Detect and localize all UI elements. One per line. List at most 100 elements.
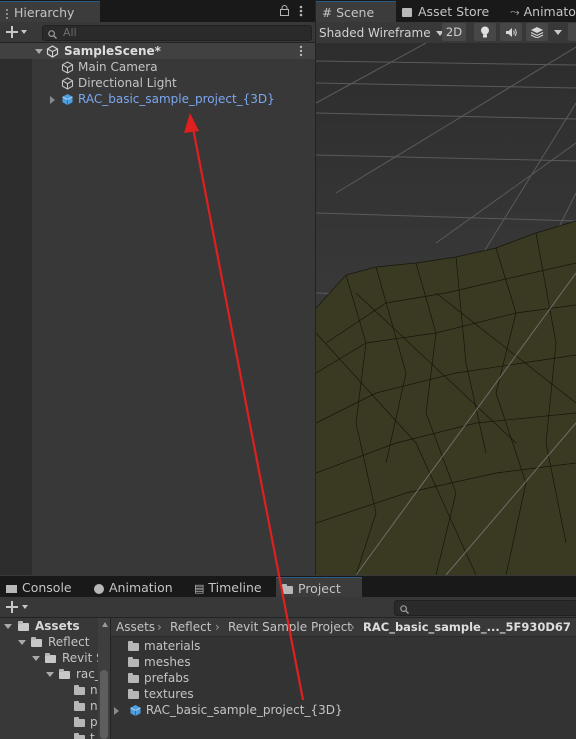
- content-folder-prefabs[interactable]: prefabs: [128, 670, 189, 686]
- project-panel: Console Animation ▤ Timeline Project Asse…: [0, 575, 576, 739]
- tree-item-reflect[interactable]: Reflect: [0, 634, 110, 650]
- content-item-label: meshes: [144, 655, 191, 669]
- hierarchy-item-main-camera[interactable]: Main Camera: [0, 59, 315, 75]
- project-search-input[interactable]: [394, 600, 576, 616]
- tab-asset-store[interactable]: Asset Store: [396, 1, 502, 22]
- tree-item-prefabs[interactable]: p: [0, 714, 110, 730]
- tree-item-label: Reflect: [48, 635, 90, 649]
- chevron-right-icon[interactable]: [50, 91, 55, 107]
- scene-name: SampleScene*: [64, 44, 161, 58]
- scene-tabbar: # Scene Asset Store ⤳ Animator: [316, 0, 576, 23]
- folder-icon: [31, 636, 42, 647]
- folder-icon: [74, 684, 85, 695]
- tree-item-rac[interactable]: rac_: [0, 666, 110, 682]
- tree-item-textures[interactable]: t: [0, 730, 110, 739]
- layers-icon: [530, 27, 544, 39]
- hierarchy-search-input[interactable]: All: [42, 25, 312, 41]
- effects-toggle[interactable]: [526, 23, 548, 41]
- hierarchy-item-directional-light[interactable]: Directional Light: [0, 75, 315, 91]
- asset-store-tab-label: Asset Store: [418, 4, 490, 19]
- scene-row[interactable]: SampleScene*: [0, 43, 315, 59]
- drag-handle-icon: [6, 8, 10, 19]
- chevron-down-icon[interactable]: [4, 618, 12, 634]
- kebab-menu-icon[interactable]: [299, 5, 303, 17]
- chevron-down-icon[interactable]: [35, 43, 43, 59]
- chevron-down-icon[interactable]: [32, 650, 40, 666]
- shading-mode-value: Shaded Wireframe: [319, 26, 431, 40]
- folder-icon: [74, 732, 85, 739]
- folder-tree: Assets Reflect Revit S rac_ n n p t: [0, 618, 110, 739]
- tree-item-revit-sample[interactable]: Revit S: [0, 650, 110, 666]
- folder-icon: [128, 672, 139, 683]
- hierarchy-item-label: RAC_basic_sample_project_{3D}: [78, 92, 275, 106]
- hidden-objects-toggle[interactable]: [568, 23, 576, 41]
- lock-icon[interactable]: [280, 5, 289, 16]
- project-tab-label: Project: [298, 581, 341, 596]
- dropdown-arrow-icon: [554, 30, 562, 35]
- tab-animator[interactable]: ⤳ Animator: [504, 1, 576, 22]
- animator-tab-label: Animator: [523, 4, 576, 19]
- audio-toggle[interactable]: [500, 23, 522, 41]
- breadcrumb-current[interactable]: RAC_basic_sample_..._5F930D67: [363, 619, 571, 635]
- tree-item-meshes[interactable]: n: [0, 698, 110, 714]
- hierarchy-gutter: [0, 43, 32, 575]
- console-tab-label: Console: [22, 580, 72, 595]
- prefab-cube-icon: [130, 705, 141, 716]
- tab-project[interactable]: Project: [276, 577, 362, 599]
- tree-item-label: p: [90, 715, 98, 729]
- content-folder-materials[interactable]: materials: [128, 638, 200, 654]
- mode-2d-label: 2D: [445, 25, 463, 39]
- lighting-toggle[interactable]: [474, 23, 496, 41]
- breadcrumb-separator: ›: [157, 620, 162, 634]
- add-button[interactable]: [6, 25, 28, 42]
- folder-icon: [74, 716, 85, 727]
- folder-icon: [45, 652, 56, 663]
- animator-icon: ⤳: [510, 5, 520, 19]
- content-prefab-rac[interactable]: RAC_basic_sample_project_{3D}: [114, 702, 343, 718]
- breadcrumb-separator: ›: [350, 620, 355, 634]
- tab-animation[interactable]: Animation: [88, 577, 184, 598]
- content-item-label: materials: [144, 639, 201, 653]
- chevron-down-icon[interactable]: [46, 666, 54, 682]
- shading-mode-dropdown[interactable]: Shaded Wireframe: [319, 24, 445, 42]
- tree-item-materials[interactable]: n: [0, 682, 110, 698]
- timeline-tab-label: Timeline: [208, 580, 262, 595]
- folder-icon: [128, 656, 139, 667]
- terrain-mesh: [316, 221, 576, 575]
- speaker-icon: [506, 28, 517, 37]
- search-placeholder: All: [63, 26, 77, 39]
- tree-scrollbar[interactable]: [98, 618, 110, 739]
- tab-scene[interactable]: # Scene: [316, 1, 396, 23]
- clock-icon: [94, 583, 104, 594]
- content-folder-meshes[interactable]: meshes: [128, 654, 191, 670]
- chevron-down-icon[interactable]: [18, 634, 26, 650]
- breadcrumb-reflect[interactable]: Reflect: [170, 619, 211, 635]
- lightbulb-icon: [481, 26, 489, 38]
- scrollbar-thumb[interactable]: [100, 670, 108, 739]
- tree-item-label: n: [90, 683, 98, 697]
- hierarchy-tabbar: Hierarchy: [0, 0, 315, 23]
- tab-hierarchy[interactable]: Hierarchy: [0, 1, 100, 23]
- scene-panel: # Scene Asset Store ⤳ Animator Shaded Wire…: [316, 0, 576, 575]
- mode-2d-toggle[interactable]: 2D: [442, 23, 466, 41]
- folder-icon: [18, 620, 29, 631]
- search-icon: [48, 28, 57, 42]
- animation-tab-label: Animation: [109, 580, 173, 595]
- scroll-up-icon[interactable]: [102, 622, 108, 627]
- scene-viewport[interactable]: [316, 43, 576, 575]
- content-item-label: RAC_basic_sample_project_{3D}: [145, 703, 343, 717]
- effects-dropdown[interactable]: [552, 23, 564, 41]
- content-folder-textures[interactable]: textures: [128, 686, 194, 702]
- bottom-tabbar: Console Animation ▤ Timeline Project: [0, 576, 576, 599]
- breadcrumb-assets[interactable]: Assets: [116, 619, 155, 635]
- tree-item-assets[interactable]: Assets: [0, 618, 110, 634]
- chevron-right-icon[interactable]: [114, 706, 119, 715]
- content-item-label: textures: [144, 687, 194, 701]
- tab-console[interactable]: Console: [0, 577, 88, 598]
- folder-icon: [128, 640, 139, 651]
- tab-timeline[interactable]: ▤ Timeline: [188, 577, 276, 598]
- create-button[interactable]: [6, 600, 30, 617]
- grid-hash-icon: #: [322, 6, 333, 20]
- hierarchy-item-rac-prefab[interactable]: RAC_basic_sample_project_{3D}: [0, 91, 315, 107]
- breadcrumb-revit-sample-project[interactable]: Revit Sample Project: [228, 619, 352, 635]
